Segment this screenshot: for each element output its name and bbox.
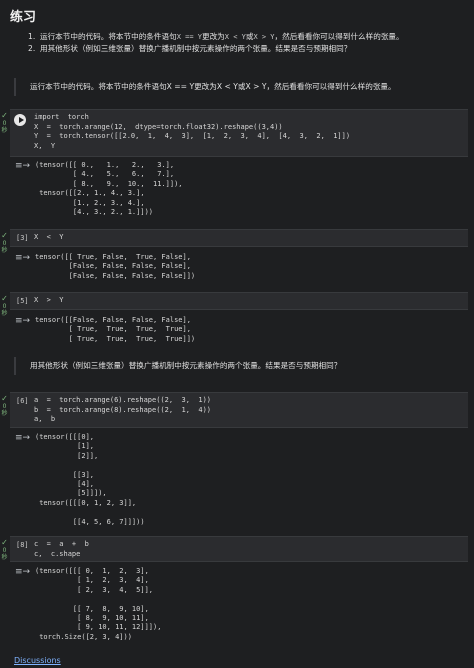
code-cell[interactable]: [5] X > Y bbox=[10, 292, 468, 310]
code-line: Y = torch.tensor([[2.0, 1, 4, 3], [1, 2,… bbox=[34, 132, 351, 140]
output-line: [2]], bbox=[35, 451, 99, 460]
exec-status: ✓ 0 秒 bbox=[0, 538, 9, 562]
output-line: [4., 3., 2., 1.]])) bbox=[35, 208, 154, 217]
exercise-list: 1. 运行本节中的代码。将本节中的条件语句X == Y更改为X < Y或X > Y… bbox=[28, 31, 468, 55]
output-line: torch.Size([2, 3, 4])) bbox=[35, 632, 132, 641]
discussions-link[interactable]: Discussions bbox=[14, 656, 61, 665]
output-line: [ 9, 10, 11, 12]]]), bbox=[35, 623, 162, 632]
code-editor[interactable]: import torch X = torch.arange(12, dtype=t… bbox=[34, 113, 350, 151]
output-line: [1], bbox=[35, 442, 95, 451]
output-icon[interactable]: ≡→ bbox=[15, 254, 30, 263]
cell-output: tensor([[ True, False, True, False], [Fa… bbox=[35, 253, 195, 281]
output-line: [ 8., 9., 10., 11.]]), bbox=[35, 179, 183, 188]
output-line: [ 2, 3, 4, 5]], bbox=[35, 585, 154, 594]
output-line: (tensor([[[ 0, 1, 2, 3], bbox=[35, 567, 149, 575]
code-line: a, b bbox=[34, 415, 56, 423]
output-line: [ 8, 9, 10, 11], bbox=[35, 614, 149, 623]
execution-count: [8] bbox=[16, 541, 29, 549]
output-line: [ True, True, True, True], bbox=[35, 325, 191, 334]
code-line: b = torch.arange(8).reshape((2, 1, 4)) bbox=[34, 405, 212, 414]
exec-time: 0 秒 bbox=[1, 240, 8, 254]
check-icon: ✓ bbox=[1, 111, 8, 120]
cell-output: (tensor([[ 0., 1., 2., 3.], [ 4., 5., 6.… bbox=[35, 161, 183, 217]
exercise-item-2: 2. 用其他形状（例如三维张量）替换广播机制中按元素操作的两个张量。结果是否与预期… bbox=[28, 43, 468, 55]
output-line: [False, False, False, False], bbox=[35, 262, 191, 271]
exec-time: 0 秒 bbox=[1, 547, 8, 561]
output-line: [ True, True, True, True]]) bbox=[35, 334, 196, 343]
output-line: [ 4., 5., 6., 7.], bbox=[35, 170, 175, 179]
output-icon[interactable]: ≡→ bbox=[15, 162, 30, 171]
output-line: [5]]]), bbox=[35, 489, 107, 498]
code-line: c, c.shape bbox=[34, 549, 81, 558]
code-line: X > Y bbox=[34, 296, 64, 304]
exec-status: ✓ 0 秒 bbox=[0, 394, 9, 418]
exercise-item-1: 1. 运行本节中的代码。将本节中的条件语句X == Y更改为X < Y或X > Y… bbox=[28, 31, 468, 43]
markdown-text: 运行本节中的代码。将本节中的条件语句X == Y更改为X < Y或X > Y，然… bbox=[30, 82, 396, 91]
cell-output: tensor([[False, False, False, False], [ … bbox=[35, 316, 195, 344]
code-line: X = torch.arange(12, dtype=torch.float32… bbox=[34, 122, 283, 131]
code-cell[interactable]: [6] a = torch.arange(6).reshape((2, 3, 1… bbox=[10, 392, 468, 428]
code-cell[interactable]: import torch X = torch.arange(12, dtype=t… bbox=[10, 109, 468, 157]
output-line: [[ 7, 8, 9, 10], bbox=[35, 604, 149, 613]
check-icon: ✓ bbox=[1, 394, 8, 403]
check-icon: ✓ bbox=[1, 538, 8, 547]
output-line: (tensor([[ 0., 1., 2., 3.], bbox=[35, 161, 175, 169]
check-icon: ✓ bbox=[1, 294, 8, 303]
code-editor[interactable]: c = a + b c, c.shape bbox=[34, 540, 89, 559]
exec-time: 0 秒 bbox=[1, 120, 8, 134]
output-line: tensor([[False, False, False, False], bbox=[35, 316, 191, 324]
markdown-cell[interactable]: 用其他形状（例如三维张量）替换广播机制中按元素操作的两个张量。结果是否与预期相同… bbox=[14, 357, 474, 375]
code-line: X < Y bbox=[34, 233, 64, 241]
cell-output: (tensor([[[ 0, 1, 2, 3], [ 1, 2, 3, 4], … bbox=[35, 567, 161, 642]
output-line: [ 1, 2, 3, 4], bbox=[35, 576, 149, 585]
execution-count: [5] bbox=[16, 297, 29, 305]
output-line: [[3], bbox=[35, 470, 95, 479]
code-line: import torch bbox=[34, 113, 89, 121]
markdown-cell[interactable]: 运行本节中的代码。将本节中的条件语句X == Y更改为X < Y或X > Y，然… bbox=[14, 78, 474, 96]
section-title: 练习 bbox=[10, 10, 37, 25]
markdown-text: 用其他形状（例如三维张量）替换广播机制中按元素操作的两个张量。结果是否与预期相同… bbox=[30, 361, 342, 370]
output-line: tensor([[2., 1., 4., 3.], bbox=[35, 189, 145, 198]
output-line: [1., 2., 3., 4.], bbox=[35, 198, 145, 207]
output-line: (tensor([[[0], bbox=[35, 433, 95, 441]
inline-code: X == Y bbox=[176, 33, 202, 41]
code-editor[interactable]: a = torch.arange(6).reshape((2, 3, 1)) b … bbox=[34, 396, 211, 425]
code-editor[interactable]: X < Y bbox=[34, 233, 64, 243]
execution-count: [6] bbox=[16, 397, 29, 405]
exercise-text: 运行本节中的代码。将本节中的条件语句 bbox=[40, 32, 177, 41]
exercise-text: ，然后看看你可以得到什么样的张量。 bbox=[274, 32, 404, 41]
code-line: a = torch.arange(6).reshape((2, 3, 1)) bbox=[34, 396, 212, 404]
output-line: [[4, 5, 6, 7]]])) bbox=[35, 517, 145, 526]
output-line: [4], bbox=[35, 480, 95, 489]
exercise-text: 用其他形状（例如三维张量）替换广播机制中按元素操作的两个张量。结果是否与预期相同… bbox=[40, 44, 352, 53]
exec-status: ✓ 0 秒 bbox=[0, 294, 9, 318]
check-icon: ✓ bbox=[1, 231, 8, 240]
code-line: c = a + b bbox=[34, 540, 89, 548]
output-line: [False, False, False, False]]) bbox=[35, 271, 196, 280]
code-cell[interactable]: [8] c = a + b c, c.shape bbox=[10, 536, 468, 562]
output-icon[interactable]: ≡→ bbox=[15, 317, 30, 326]
output-icon[interactable]: ≡→ bbox=[15, 434, 30, 443]
exec-time: 0 秒 bbox=[1, 303, 8, 317]
cell-output: (tensor([[[0], [1], [2]], [[3], [4], [5]… bbox=[35, 433, 145, 527]
code-editor[interactable]: X > Y bbox=[34, 296, 64, 306]
exercise-number: 2. bbox=[28, 44, 36, 53]
run-cell-button[interactable] bbox=[14, 114, 26, 126]
inline-code: X < Y bbox=[224, 33, 246, 41]
execution-count: [3] bbox=[16, 234, 29, 242]
output-icon[interactable]: ≡→ bbox=[15, 568, 30, 577]
exec-status: ✓ 0 秒 bbox=[0, 111, 9, 135]
exercise-number: 1. bbox=[28, 32, 36, 41]
exec-time: 0 秒 bbox=[1, 403, 8, 417]
code-cell[interactable]: [3] X < Y bbox=[10, 229, 468, 247]
code-line: X, Y bbox=[34, 141, 56, 150]
output-line: tensor([[[0, 1, 2, 3]], bbox=[35, 498, 137, 507]
exercise-text: 更改为 bbox=[201, 32, 225, 41]
inline-code: X > Y bbox=[253, 33, 275, 41]
exec-status: ✓ 0 秒 bbox=[0, 231, 9, 255]
output-line: tensor([[ True, False, True, False], bbox=[35, 253, 191, 261]
